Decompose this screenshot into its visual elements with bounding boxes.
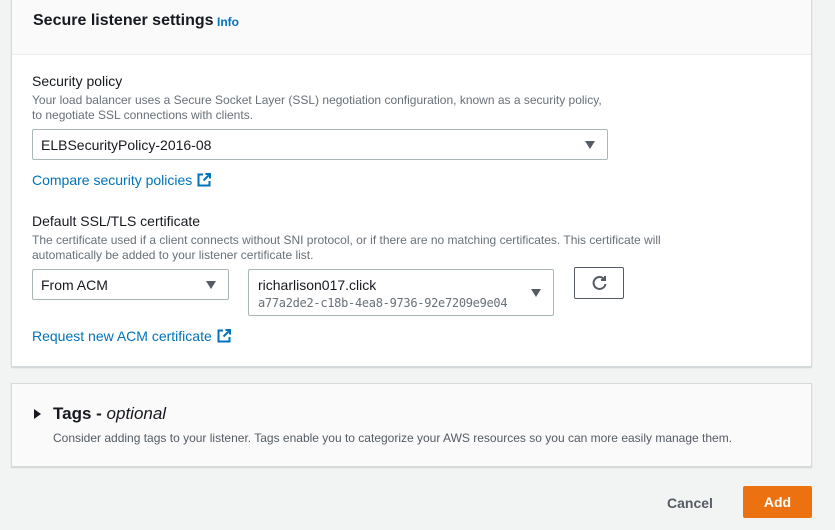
certificate-source-value: From ACM: [41, 277, 108, 293]
compare-security-policies-label: Compare security policies: [32, 172, 193, 188]
panel-title: Secure listener settings: [33, 12, 214, 29]
request-acm-certificate-link[interactable]: Request new ACM certificate: [32, 328, 231, 346]
caret-down-icon: [206, 281, 216, 289]
refresh-icon: [591, 275, 608, 295]
cancel-button[interactable]: Cancel: [652, 488, 728, 518]
request-acm-certificate-label: Request new ACM certificate: [32, 328, 212, 344]
security-policy-select[interactable]: ELBSecurityPolicy-2016-08: [32, 129, 608, 160]
certificate-description: The certificate used if a client connect…: [32, 233, 661, 262]
tags-title[interactable]: Tags - optional: [53, 404, 166, 424]
certificate-label: Default SSL/TLS certificate: [32, 213, 201, 229]
tags-description: Consider adding tags to your listener. T…: [53, 431, 733, 445]
certificate-name: richarlison017.click: [258, 277, 377, 293]
security-policy-value: ELBSecurityPolicy-2016-08: [41, 137, 212, 153]
certificate-id: a77a2de2-c18b-4ea8-9736-92e7209e9e04: [258, 296, 508, 310]
refresh-certificates-button[interactable]: [574, 267, 624, 299]
compare-security-policies-link[interactable]: Compare security policies: [32, 172, 212, 190]
certificate-source-select[interactable]: From ACM: [32, 269, 229, 300]
certificate-select[interactable]: richarlison017.click a77a2de2-c18b-4ea8-…: [248, 269, 554, 316]
security-policy-label: Security policy: [32, 73, 123, 89]
security-policy-description: Your load balancer uses a Secure Socket …: [32, 93, 602, 122]
caret-down-icon: [585, 141, 595, 149]
panel-header: Secure listener settings Info: [12, 0, 811, 55]
external-link-icon: [217, 329, 231, 346]
caret-down-icon: [531, 289, 541, 297]
tags-optional-label: optional: [106, 404, 167, 423]
external-link-icon: [197, 173, 212, 190]
expand-caret-icon[interactable]: [34, 409, 41, 419]
tags-panel: Tags - optional Consider adding tags to …: [11, 383, 812, 467]
info-link[interactable]: Info: [217, 15, 239, 29]
add-button[interactable]: Add: [743, 486, 812, 518]
tags-title-text: Tags -: [53, 404, 107, 423]
